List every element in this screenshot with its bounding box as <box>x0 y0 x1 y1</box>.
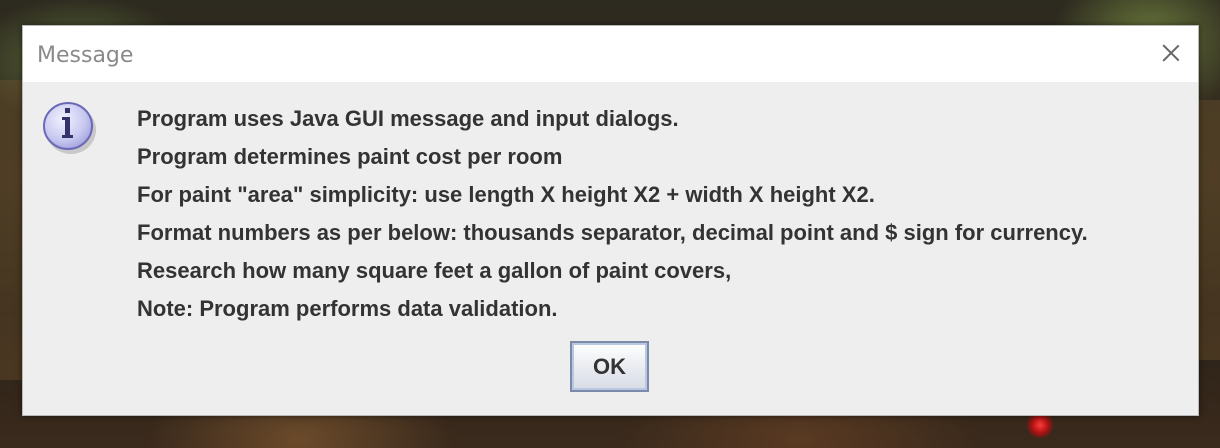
ok-button[interactable]: OK <box>570 341 649 392</box>
message-line: Note: Program performs data validation. <box>137 296 558 321</box>
message-line: For paint "area" simplicity: use length … <box>137 182 875 207</box>
message-line: Format numbers as per below: thousands s… <box>137 220 1088 245</box>
message-dialog: Message Program uses Java GUI message an… <box>22 25 1199 416</box>
background-decoration <box>0 80 22 380</box>
message-text: Program uses Java GUI message and input … <box>137 105 1197 333</box>
dialog-title: Message <box>37 43 134 68</box>
message-line: Program uses Java GUI message and input … <box>137 106 679 131</box>
information-icon <box>43 100 97 156</box>
close-icon[interactable] <box>1152 34 1190 72</box>
message-line: Program determines paint cost per room <box>137 144 563 169</box>
message-line: Research how many square feet a gallon o… <box>137 258 732 283</box>
dialog-titlebar[interactable]: Message <box>23 26 1198 82</box>
background-decoration <box>1199 100 1220 360</box>
